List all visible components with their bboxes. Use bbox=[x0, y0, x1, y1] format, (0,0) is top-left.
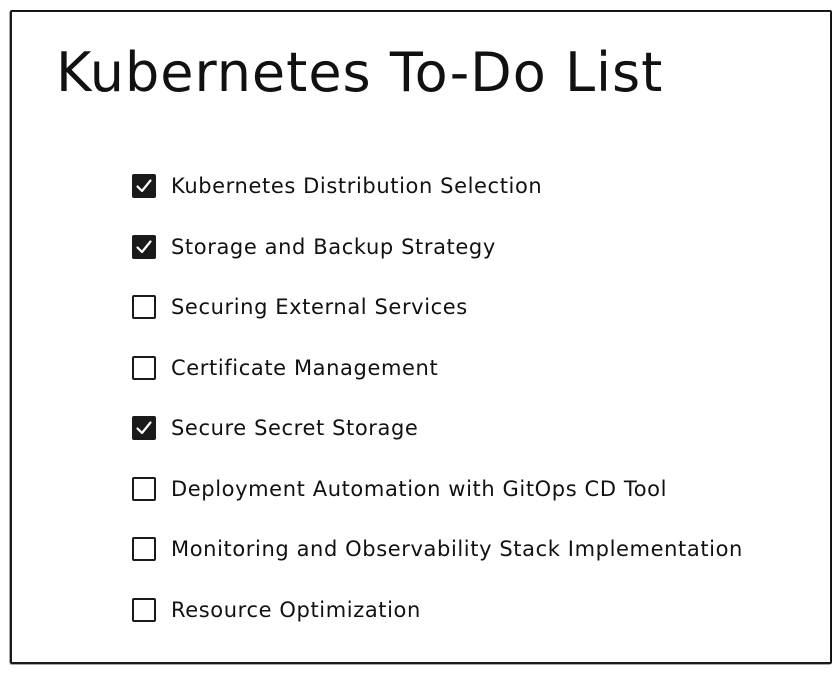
todo-item-distribution[interactable]: Kubernetes Distribution Selection bbox=[132, 156, 743, 217]
todo-list: Kubernetes Distribution Selection Storag… bbox=[132, 156, 743, 640]
todo-item-label: Resource Optimization bbox=[171, 597, 421, 622]
todo-item-storage-backup[interactable]: Storage and Backup Strategy bbox=[132, 217, 743, 278]
checkbox[interactable] bbox=[132, 174, 156, 199]
checkbox[interactable] bbox=[132, 355, 156, 380]
todo-item-label: Storage and Backup Strategy bbox=[171, 234, 496, 259]
checkbox[interactable] bbox=[132, 234, 156, 259]
checkbox[interactable] bbox=[132, 476, 156, 501]
todo-item-resource-optimization[interactable]: Resource Optimization bbox=[132, 580, 743, 641]
checkbox[interactable] bbox=[132, 537, 156, 562]
todo-item-external-services[interactable]: Securing External Services bbox=[132, 277, 743, 338]
todo-item-label: Secure Secret Storage bbox=[171, 416, 419, 441]
todo-item-label: Monitoring and Observability Stack Imple… bbox=[171, 537, 743, 562]
checkbox[interactable] bbox=[132, 295, 156, 320]
checkmark-icon bbox=[136, 240, 152, 253]
page-title: Kubernetes To-Do List bbox=[56, 41, 664, 104]
checkmark-icon bbox=[136, 179, 152, 193]
todo-item-gitops[interactable]: Deployment Automation with GitOps CD Too… bbox=[132, 459, 743, 520]
checkbox[interactable] bbox=[132, 597, 156, 622]
checkbox[interactable] bbox=[132, 416, 156, 441]
todo-item-certificates[interactable]: Certificate Management bbox=[132, 338, 743, 399]
todo-item-label: Deployment Automation with GitOps CD Too… bbox=[171, 476, 668, 501]
todo-item-secret-storage[interactable]: Secure Secret Storage bbox=[132, 398, 743, 459]
todo-item-label: Securing External Services bbox=[171, 295, 468, 320]
todo-item-monitoring[interactable]: Monitoring and Observability Stack Imple… bbox=[132, 519, 743, 580]
todo-item-label: Kubernetes Distribution Selection bbox=[171, 174, 543, 199]
todo-item-label: Certificate Management bbox=[171, 355, 439, 380]
checkmark-icon bbox=[136, 421, 152, 435]
